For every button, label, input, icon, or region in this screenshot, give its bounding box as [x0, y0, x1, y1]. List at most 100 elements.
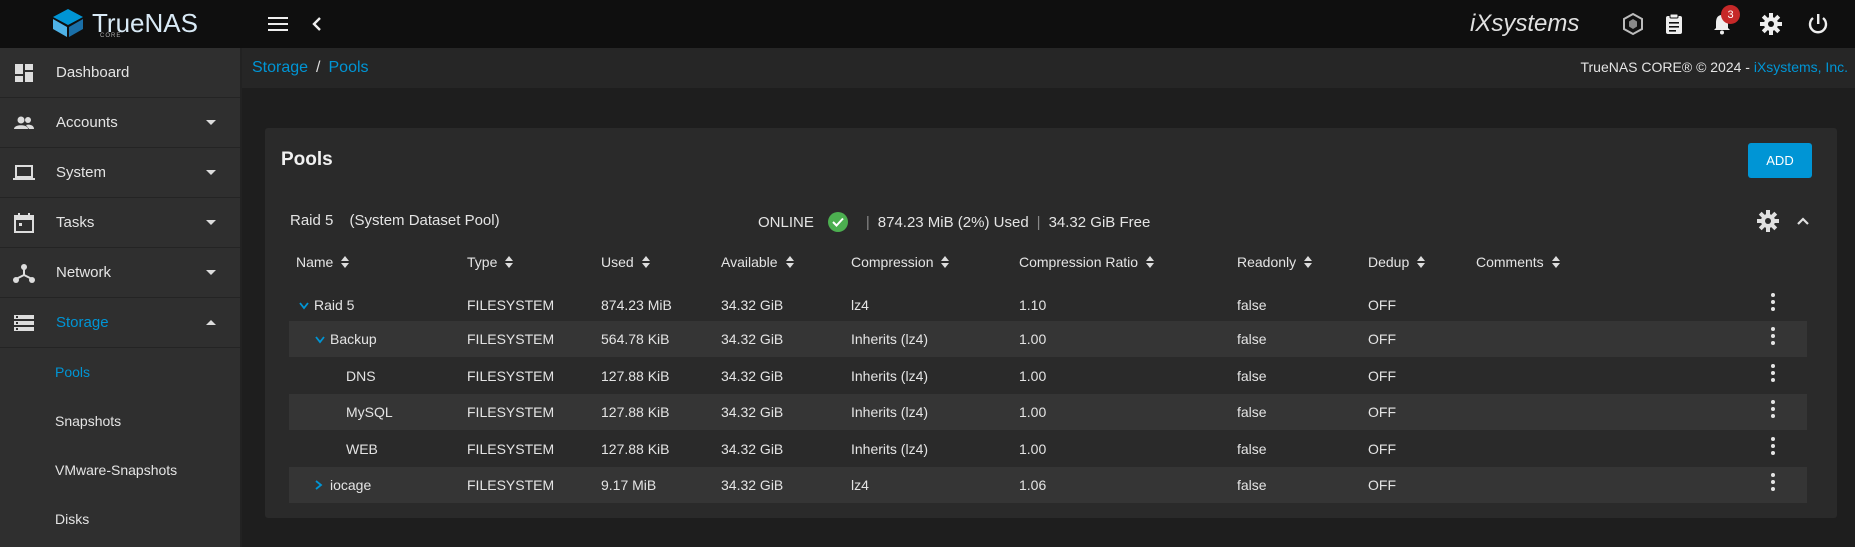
check-circle-icon	[827, 212, 848, 232]
compression-cell: Inherits (lz4)	[851, 404, 929, 420]
type-cell: FILESYSTEM	[467, 331, 555, 347]
sidebar-item-system[interactable]: System	[0, 148, 240, 198]
breadcrumb-pools[interactable]: Pools	[329, 59, 369, 76]
table-row[interactable]: iocage FILESYSTEM 9.17 MiB 34.32 GiB lz4…	[289, 467, 1807, 503]
type-cell: FILESYSTEM	[467, 368, 555, 384]
ixsystems-link[interactable]: iXsystems, Inc.	[1754, 59, 1848, 75]
type-cell: FILESYSTEM	[467, 477, 555, 493]
breadcrumb-storage[interactable]: Storage	[252, 59, 308, 76]
sidebar-item-label: Accounts	[56, 114, 118, 131]
header-label: Readonly	[1237, 254, 1297, 270]
used-cell: 127.88 KiB	[601, 404, 670, 420]
dataset-name: iocage	[330, 477, 372, 493]
available-cell: 34.32 GiB	[721, 368, 784, 384]
available-cell: 34.32 GiB	[721, 331, 784, 347]
row-actions-icon[interactable]	[1770, 473, 1776, 491]
people-icon	[14, 116, 34, 129]
chevron-down-icon[interactable]	[299, 297, 311, 313]
row-actions-icon[interactable]	[1770, 327, 1776, 345]
chevron-up-icon	[206, 320, 216, 325]
ratio-cell: 1.00	[1019, 331, 1047, 347]
compression-cell: lz4	[851, 477, 869, 493]
add-pool-button[interactable]: ADD	[1748, 143, 1812, 178]
available-cell: 34.32 GiB	[721, 441, 784, 457]
menu-icon[interactable]	[266, 12, 290, 36]
row-actions-icon[interactable]	[1770, 293, 1776, 311]
sidebar-item-network[interactable]: Network	[0, 248, 240, 298]
power-icon[interactable]	[1806, 12, 1830, 36]
collapse-pool-chevron-up-icon[interactable]	[1791, 209, 1815, 233]
chevron-down-icon	[206, 170, 216, 175]
table-row[interactable]: Backup FILESYSTEM 564.78 KiB 34.32 GiB I…	[289, 321, 1807, 357]
column-header-available[interactable]: Available	[721, 254, 794, 270]
sort-icon	[785, 256, 794, 268]
storage-icon	[14, 315, 34, 331]
ratio-cell: 1.00	[1019, 368, 1047, 384]
used-cell: 9.17 MiB	[601, 477, 657, 493]
header-label: Name	[296, 254, 334, 270]
used-cell: 564.78 KiB	[601, 331, 670, 347]
notification-count-badge: 3	[1721, 5, 1740, 24]
header-label: Comments	[1476, 254, 1544, 270]
sidebar-item-accounts[interactable]: Accounts	[0, 98, 240, 148]
sidebar-subitem-vmware-snapshots[interactable]: VMware-Snapshots	[0, 446, 240, 495]
settings-gear-icon[interactable]	[1759, 12, 1783, 36]
table-row[interactable]: DNS FILESYSTEM 127.88 KiB 34.32 GiB Inhe…	[289, 358, 1807, 394]
name-cell: iocage	[315, 477, 371, 493]
pool-note: (System Dataset Pool)	[349, 212, 500, 229]
used-cell: 127.88 KiB	[601, 441, 670, 457]
sidebar-subitem-pools[interactable]: Pools	[0, 348, 240, 397]
logo-subtext: CORE	[100, 33, 122, 39]
dedup-cell: OFF	[1368, 441, 1396, 457]
row-actions-icon[interactable]	[1770, 437, 1776, 455]
pool-status-text: ONLINE	[758, 213, 814, 231]
truecommand-icon[interactable]	[1621, 12, 1645, 36]
column-header-type[interactable]: Type	[467, 254, 514, 270]
name-cell: Backup	[315, 331, 377, 347]
pool-settings-gear-icon[interactable]	[1756, 209, 1780, 233]
collapse-sidebar-icon[interactable]	[305, 12, 329, 36]
table-row[interactable]: WEB FILESYSTEM 127.88 KiB 34.32 GiB Inhe…	[289, 431, 1807, 467]
sidebar-item-label: Tasks	[56, 214, 95, 231]
table-row[interactable]: MySQL FILESYSTEM 127.88 KiB 34.32 GiB In…	[289, 394, 1807, 430]
readonly-cell: false	[1237, 441, 1267, 457]
sidebar-item-dashboard[interactable]: Dashboard	[0, 48, 240, 98]
chevron-down-icon	[206, 120, 216, 125]
dataset-name: MySQL	[346, 404, 393, 420]
column-header-readonly[interactable]: Readonly	[1237, 254, 1313, 270]
network-icon	[13, 264, 35, 283]
sidebar-subitem-disks[interactable]: Disks	[0, 495, 240, 544]
sidebar-item-storage[interactable]: Storage	[0, 298, 240, 348]
column-header-compression-ratio[interactable]: Compression Ratio	[1019, 254, 1155, 270]
table-row[interactable]: Raid 5 FILESYSTEM 874.23 MiB 34.32 GiB l…	[289, 287, 1807, 323]
pool-free: 34.32 GiB Free	[1048, 213, 1151, 231]
sidebar-subitem-label: Disks	[55, 511, 90, 527]
sidebar-subitem-snapshots[interactable]: Snapshots	[0, 397, 240, 446]
used-cell: 127.88 KiB	[601, 368, 670, 384]
chevron-down-icon[interactable]	[315, 331, 327, 347]
compression-cell: lz4	[851, 297, 869, 313]
column-header-comments[interactable]: Comments	[1476, 254, 1560, 270]
column-header-used[interactable]: Used	[601, 254, 650, 270]
row-actions-icon[interactable]	[1770, 400, 1776, 418]
compression-cell: Inherits (lz4)	[851, 368, 929, 384]
breadcrumb-separator: /	[316, 59, 321, 76]
sort-icon	[505, 256, 514, 268]
sidebar-item-label: Storage	[56, 314, 109, 331]
sidebar-item-label: Dashboard	[56, 64, 130, 81]
row-actions-icon[interactable]	[1770, 364, 1776, 382]
ratio-cell: 1.06	[1019, 477, 1047, 493]
truenas-logo[interactable]: TrueNAS	[50, 7, 198, 39]
dedup-cell: OFF	[1368, 297, 1396, 313]
sidebar-item-tasks[interactable]: Tasks	[0, 198, 240, 248]
ratio-cell: 1.00	[1019, 441, 1047, 457]
header-label: Type	[467, 254, 498, 270]
chevron-down-icon	[206, 220, 216, 225]
task-manager-icon[interactable]	[1662, 12, 1686, 36]
column-header-compression[interactable]: Compression	[851, 254, 950, 270]
available-cell: 34.32 GiB	[721, 477, 784, 493]
ixsystems-logo[interactable]: iXsystems	[1470, 10, 1579, 38]
column-header-name[interactable]: Name	[296, 254, 350, 270]
chevron-right-icon[interactable]	[315, 477, 327, 493]
column-header-dedup[interactable]: Dedup	[1368, 254, 1426, 270]
